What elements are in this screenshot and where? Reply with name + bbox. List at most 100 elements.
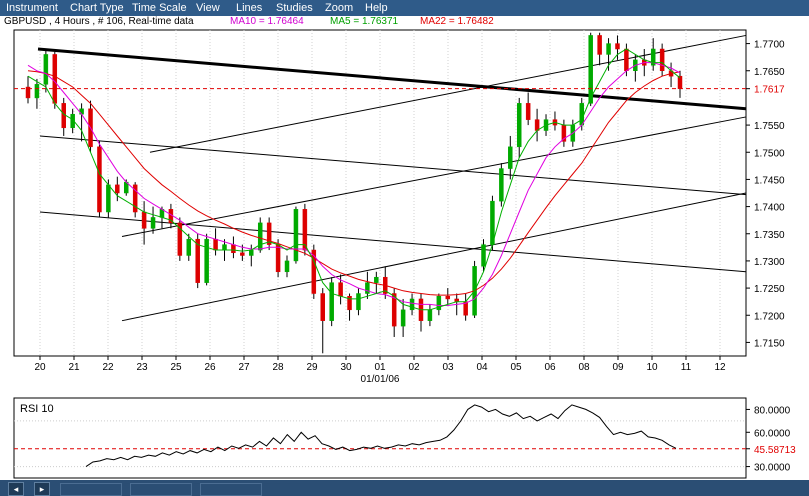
y-tick-label: 1.7400 xyxy=(754,203,785,214)
current-price-label: 1.7617 xyxy=(754,85,785,96)
time-axis-date-label: 01/01/06 xyxy=(361,374,400,385)
candle-down xyxy=(445,295,451,300)
candle-down xyxy=(302,209,308,251)
candle-down xyxy=(213,238,218,251)
price-chart[interactable]: 1.7700 1.7650 1.7617 1.7550 1.7500 1.7450 1.74… xyxy=(0,28,809,396)
candle-up xyxy=(150,217,156,229)
candle-down xyxy=(677,75,683,89)
ma22-label: MA22 = 1.76482 xyxy=(420,16,494,27)
status-slot-2 xyxy=(130,483,192,496)
x-tick-label: 06 xyxy=(544,362,556,373)
chart-title-bar: GBPUSD , 4 Hours , # 106, Real-time data… xyxy=(0,16,809,28)
candle-down xyxy=(52,54,58,104)
candle-down xyxy=(659,48,665,71)
rsi-current-label: 45.58713 xyxy=(754,445,796,456)
menu-view[interactable]: View xyxy=(196,2,220,14)
scroll-left-button[interactable]: ◂ xyxy=(8,482,24,496)
x-tick-label: 10 xyxy=(646,362,658,373)
candle-down xyxy=(231,244,236,254)
candle-down xyxy=(534,119,540,131)
candle-up xyxy=(409,298,415,311)
candle-up xyxy=(284,260,290,273)
menu-chart-type[interactable]: Chart Type xyxy=(70,2,124,14)
menu-zoom[interactable]: Zoom xyxy=(325,2,353,14)
x-tick-label: 03 xyxy=(442,362,454,373)
x-tick-label: 21 xyxy=(68,362,80,373)
menu-help[interactable]: Help xyxy=(365,2,388,14)
rsi-plot-area xyxy=(13,397,747,479)
rsi-tick-label: 30.0000 xyxy=(754,463,791,474)
candle-up xyxy=(249,249,254,256)
status-bar: ◂ ▸ xyxy=(0,480,809,496)
x-tick-label: 09 xyxy=(612,362,624,373)
x-tick-label: 30 xyxy=(340,362,352,373)
candle-down xyxy=(525,103,531,120)
x-tick-label: 28 xyxy=(272,362,284,373)
y-tick-label: 1.7300 xyxy=(754,257,785,268)
candle-up xyxy=(374,276,379,283)
candle-up xyxy=(365,282,370,294)
x-tick-label: 25 xyxy=(170,362,182,373)
candle-down xyxy=(615,43,620,50)
status-slot-3 xyxy=(200,483,262,496)
candle-up xyxy=(579,103,585,126)
y-tick-label: 1.7150 xyxy=(754,338,785,349)
candle-up xyxy=(588,35,593,104)
candle-up xyxy=(186,238,192,256)
candle-up xyxy=(481,244,486,267)
y-tick-label: 1.7700 xyxy=(754,40,785,51)
time-axis: 20 21 22 23 25 26 27 28 29 30 01 02 03 04 05 06 08 09 10 11… xyxy=(34,356,726,373)
candle-down xyxy=(597,35,602,55)
menu-bar: Instrument Chart Type Time Scale View Li… xyxy=(0,0,809,16)
menu-time-scale[interactable]: Time Scale xyxy=(132,2,187,14)
rsi-tick-label: 60.0000 xyxy=(754,428,791,439)
candle-up xyxy=(499,168,504,202)
candle-down xyxy=(320,293,325,321)
y-tick-label: 1.7250 xyxy=(754,284,785,295)
price-axis: 1.7700 1.7650 1.7617 1.7550 1.7500 1.7450 1.74… xyxy=(746,40,785,349)
candle-down xyxy=(97,146,102,213)
scroll-right-button[interactable]: ▸ xyxy=(34,482,50,496)
candle-up xyxy=(356,293,361,311)
x-tick-label: 08 xyxy=(578,362,590,373)
rsi-chart[interactable]: RSI 10 80.0000 60.0000 45.58713 30.0000 xyxy=(0,396,809,480)
x-tick-label: 05 xyxy=(510,362,522,373)
x-tick-label: 11 xyxy=(681,362,692,373)
candle-up xyxy=(43,54,49,85)
ma5-label: MA5 = 1.76371 xyxy=(330,16,399,27)
x-tick-label: 29 xyxy=(306,362,318,373)
candle-down xyxy=(141,211,147,229)
y-tick-label: 1.7500 xyxy=(754,148,785,159)
candle-up xyxy=(329,282,334,321)
candle-up xyxy=(34,84,40,99)
x-tick-label: 04 xyxy=(476,362,488,373)
candle-down xyxy=(338,282,343,297)
rsi-axis: 80.0000 60.0000 45.58713 30.0000 xyxy=(746,405,796,474)
x-tick-label: 26 xyxy=(204,362,216,373)
y-tick-label: 1.7200 xyxy=(754,311,785,322)
menu-lines[interactable]: Lines xyxy=(236,2,262,14)
candle-down xyxy=(195,238,200,283)
chart-symbol-label: GBPUSD , 4 Hours , # 106, Real-time data xyxy=(4,16,194,27)
x-tick-label: 23 xyxy=(136,362,148,373)
candle-up xyxy=(606,43,611,55)
rsi-title: RSI 10 xyxy=(20,403,54,415)
candle-up xyxy=(427,309,433,321)
menu-studies[interactable]: Studies xyxy=(276,2,313,14)
status-slot-1 xyxy=(60,483,122,496)
y-tick-label: 1.7550 xyxy=(754,121,785,132)
candle-up xyxy=(508,146,513,169)
candle-up xyxy=(516,103,522,148)
candle-up xyxy=(106,184,111,213)
candle-down xyxy=(240,252,245,256)
candle-down xyxy=(275,244,281,273)
menu-instrument[interactable]: Instrument xyxy=(6,2,58,14)
y-tick-label: 1.7650 xyxy=(754,67,785,78)
x-tick-label: 02 xyxy=(408,362,420,373)
chart-window: GBPUSD , 4 Hours , # 106, Real-time data… xyxy=(0,16,809,480)
x-tick-label: 27 xyxy=(238,362,250,373)
y-tick-label: 1.7450 xyxy=(754,175,785,186)
x-tick-label: 12 xyxy=(714,362,726,373)
ma10-label: MA10 = 1.76464 xyxy=(230,16,304,27)
x-tick-label: 22 xyxy=(102,362,114,373)
